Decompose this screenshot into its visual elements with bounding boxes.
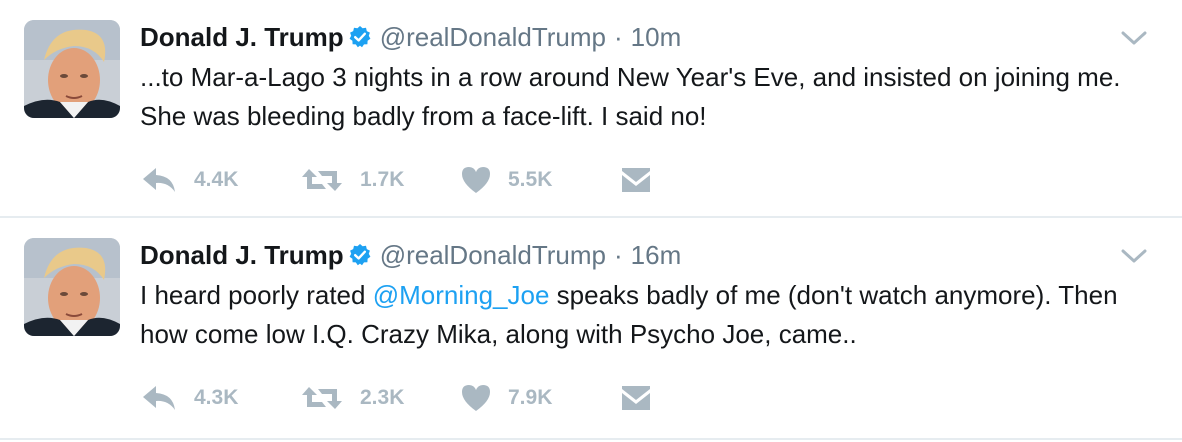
verified-badge-icon — [349, 244, 371, 266]
mention-link[interactable]: @Morning_Joe — [373, 280, 550, 310]
separator-dot: · — [613, 21, 623, 52]
author-handle[interactable]: @realDonaldTrump — [380, 240, 606, 271]
avatar[interactable] — [24, 20, 120, 118]
tweet-header: Donald J. Trump @realDonaldTrump · 16m — [140, 238, 681, 272]
tweet-actions: 4.3K 2.3K 7.9K — [140, 378, 660, 418]
chevron-down-icon[interactable] — [1120, 246, 1148, 266]
envelope-icon — [622, 168, 650, 192]
avatar[interactable] — [24, 238, 120, 336]
heart-icon — [462, 385, 490, 411]
author-name[interactable]: Donald J. Trump — [140, 240, 344, 271]
direct-message-button[interactable] — [620, 383, 660, 413]
separator-dot: · — [613, 239, 623, 270]
retweet-count: 2.3K — [360, 386, 405, 409]
retweet-button[interactable]: 1.7K — [300, 165, 460, 195]
heart-icon — [462, 167, 490, 193]
envelope-icon — [622, 386, 650, 410]
like-count: 7.9K — [508, 386, 553, 409]
tweet-timestamp[interactable]: 10m — [631, 22, 682, 53]
reply-icon — [143, 168, 175, 192]
tweet-text-part: I heard poorly rated — [140, 280, 373, 310]
tweet-text: I heard poorly rated @Morning_Joe speaks… — [140, 276, 1160, 354]
timeline: Donald J. Trump @realDonaldTrump · 10m .… — [0, 0, 1182, 440]
tweet-actions: 4.4K 1.7K 5.5K — [140, 160, 660, 200]
tweet[interactable]: Donald J. Trump @realDonaldTrump · 16m I… — [0, 218, 1182, 440]
avatar-image — [24, 20, 120, 118]
tweet-text-part: ...to Mar-a-Lago 3 nights in a row aroun… — [140, 62, 1121, 131]
like-button[interactable]: 5.5K — [460, 165, 620, 195]
like-count: 5.5K — [508, 168, 553, 191]
reply-count: 4.3K — [194, 386, 239, 409]
verified-badge-icon — [349, 26, 371, 48]
reply-count: 4.4K — [194, 168, 239, 191]
author-name[interactable]: Donald J. Trump — [140, 22, 344, 53]
retweet-icon — [302, 387, 342, 409]
chevron-down-icon[interactable] — [1120, 28, 1148, 48]
tweet-text: ...to Mar-a-Lago 3 nights in a row aroun… — [140, 58, 1160, 136]
retweet-icon — [302, 169, 342, 191]
tweet[interactable]: Donald J. Trump @realDonaldTrump · 10m .… — [0, 0, 1182, 218]
direct-message-button[interactable] — [620, 165, 660, 195]
reply-button[interactable]: 4.3K — [140, 383, 300, 413]
avatar-image — [24, 238, 120, 336]
like-button[interactable]: 7.9K — [460, 383, 620, 413]
tweet-timestamp[interactable]: 16m — [631, 240, 682, 271]
reply-button[interactable]: 4.4K — [140, 165, 300, 195]
reply-icon — [143, 386, 175, 410]
author-handle[interactable]: @realDonaldTrump — [380, 22, 606, 53]
retweet-button[interactable]: 2.3K — [300, 383, 460, 413]
retweet-count: 1.7K — [360, 168, 405, 191]
tweet-header: Donald J. Trump @realDonaldTrump · 10m — [140, 20, 681, 54]
